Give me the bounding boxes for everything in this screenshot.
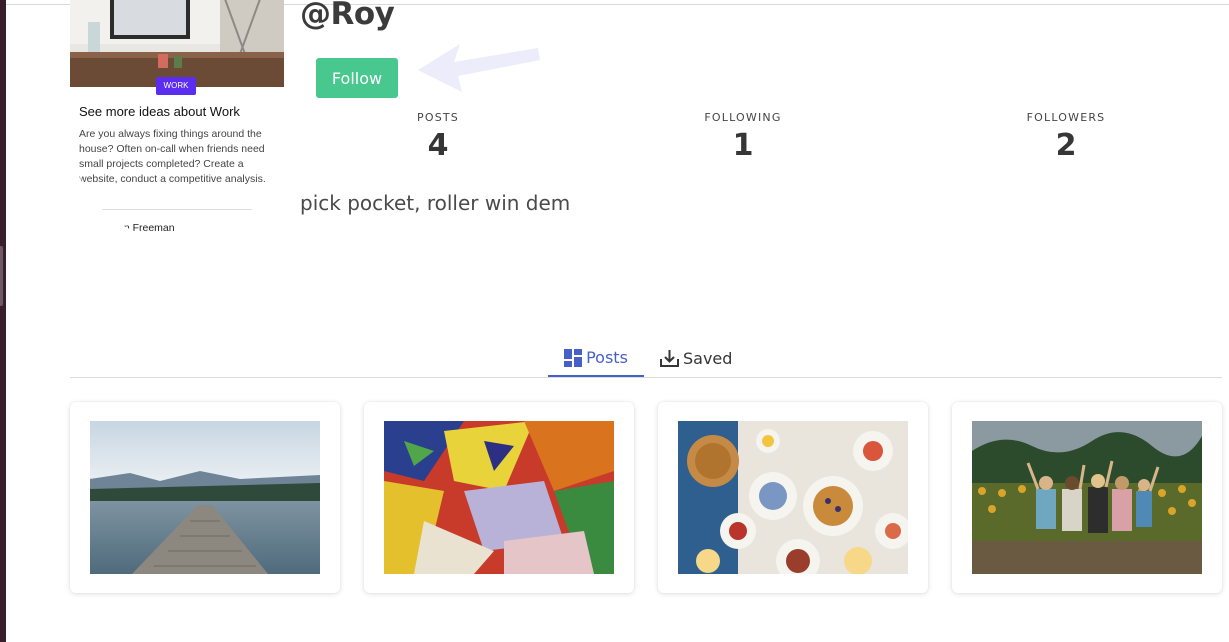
avatar-card-divider: [100, 209, 260, 210]
post-image-paint-colors: [384, 421, 614, 574]
window-resize-handle[interactable]: [0, 246, 3, 306]
tab-saved-label: Saved: [683, 348, 733, 368]
post-card[interactable]: [658, 402, 928, 593]
desktop-edge: [0, 0, 6, 642]
stat-followers-value: 2: [1055, 128, 1077, 163]
tab-posts-label: Posts: [586, 348, 628, 367]
avatar-card-title: See more ideas about Work: [79, 104, 240, 119]
post-card[interactable]: [70, 402, 340, 593]
arrow-left-icon: [418, 44, 540, 92]
avatar-card-text: Are you always fixing things around the …: [79, 128, 266, 185]
avatar-card-author: an Freeman: [118, 222, 175, 234]
follow-button[interactable]: Follow: [316, 58, 398, 98]
post-card[interactable]: [952, 402, 1222, 593]
profile-username: @Roy: [300, 0, 395, 32]
post-image-sunflower-friends: [972, 421, 1202, 574]
profile-tabs: Posts Saved: [70, 340, 1222, 378]
profile-bio: pick pocket, roller win dem: [300, 191, 571, 215]
stat-following-value: 1: [732, 128, 754, 163]
download-icon: [660, 350, 679, 367]
stat-followers-label: FOLLOWERS: [1026, 111, 1106, 124]
stat-following-label: FOLLOWING: [704, 111, 782, 124]
stat-posts: POSTS 4: [358, 111, 518, 163]
tab-saved[interactable]: Saved: [660, 340, 732, 376]
stat-following: FOLLOWING 1: [663, 111, 823, 163]
stat-posts-value: 4: [427, 128, 449, 163]
tab-posts[interactable]: Posts: [548, 340, 644, 377]
avatar-category-badge: WORK: [156, 77, 196, 95]
stat-posts-label: POSTS: [417, 111, 459, 124]
post-image-breakfast-table: [678, 421, 908, 574]
profile-avatar: WORK See more ideas about Work Are you a…: [70, 0, 284, 240]
post-image-lake-dock: [90, 421, 320, 574]
stat-followers: FOLLOWERS 2: [986, 111, 1146, 163]
dashboard-icon: [564, 348, 583, 367]
avatar-photo: [70, 0, 284, 87]
post-card[interactable]: [364, 402, 634, 593]
